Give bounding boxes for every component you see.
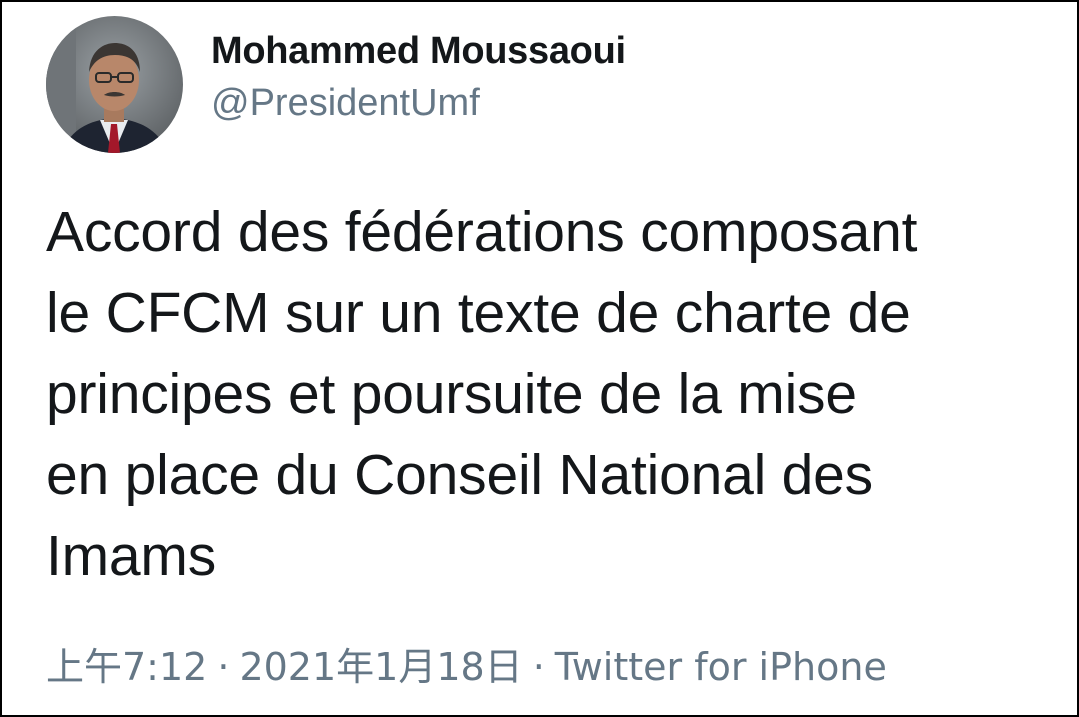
tweet-card: Mohammed Moussaoui @PresidentUmf Accord …	[0, 0, 1079, 717]
meta-separator: ·	[532, 645, 545, 689]
tweet-text-line: en place du Conseil National des	[46, 443, 873, 507]
tweet-time[interactable]: 上午7:12	[46, 645, 207, 689]
tweet-text-line: le CFCM sur un texte de charte de	[46, 281, 911, 345]
tweet-source-link[interactable]: Twitter for iPhone	[555, 645, 887, 689]
meta-separator: ·	[217, 645, 230, 689]
user-handle[interactable]: @PresidentUmf	[211, 82, 480, 125]
tweet-date[interactable]: 2021年1月18日	[239, 645, 522, 689]
tweet-text-line: principes et poursuite de la mise	[46, 362, 857, 426]
display-name[interactable]: Mohammed Moussaoui	[211, 30, 626, 73]
profile-photo-icon	[46, 16, 183, 153]
tweet-text: Accord des fédérations composant le CFCM…	[46, 192, 1046, 597]
tweet-meta: 上午7:12 · 2021年1月18日 · Twitter for iPhone	[46, 636, 887, 691]
avatar[interactable]	[46, 16, 183, 153]
tweet-text-line: Imams	[46, 524, 217, 588]
tweet-text-line: Accord des fédérations composant	[46, 200, 918, 264]
